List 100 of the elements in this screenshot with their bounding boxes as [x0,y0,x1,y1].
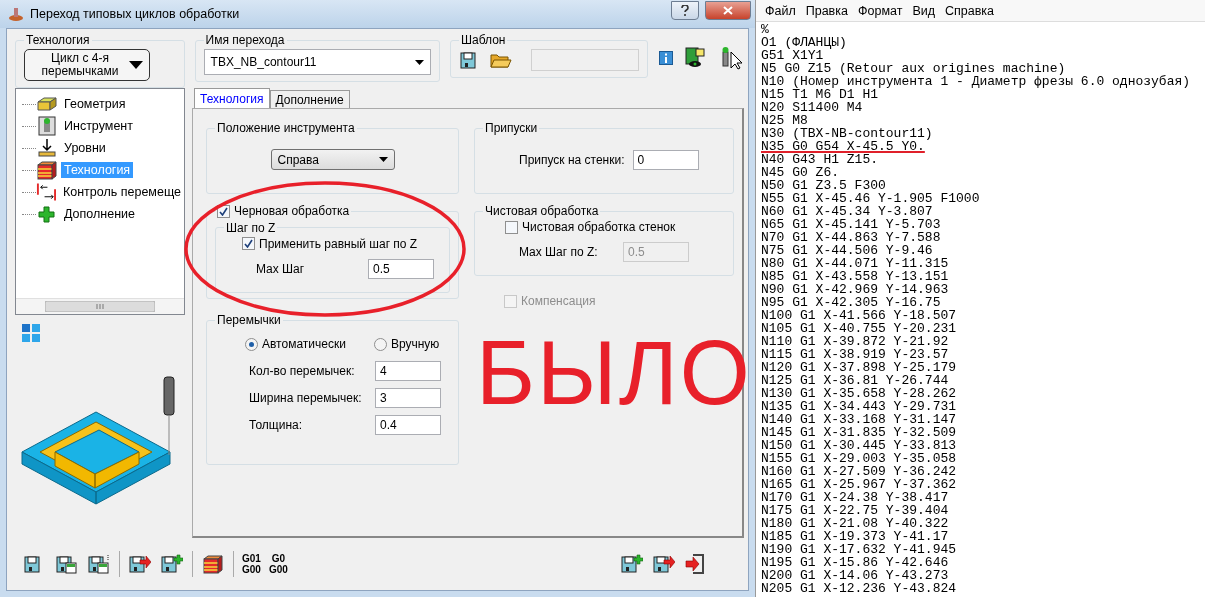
code-line: N25 M8 [761,114,808,127]
code-line: N5 G0 Z15 (Retour aux origines machine) [761,62,1066,75]
caret-icon [415,59,424,65]
code-line: N170 G1 X-24.38 Y-38.417 [761,491,949,504]
bridge-field[interactable]: 4 [375,361,441,381]
add-export-button[interactable] [160,553,184,575]
code-line: N80 G1 X-44.071 Y-11.315 [761,257,949,270]
folder-icon [490,51,512,69]
code-line: N115 G1 X-38.919 Y-23.57 [761,348,949,361]
technology-dropdown[interactable]: Цикл с 4-я перемычками [24,49,150,81]
group-title: Шаблон [460,33,507,47]
save-calc-button[interactable] [55,553,79,575]
menu-item[interactable]: Правка [800,3,853,18]
tab[interactable]: Дополнение [269,90,350,108]
caret-icon [129,61,143,69]
code-line: N45 G0 Z6. [761,166,839,179]
group-title: Имя перехода [204,33,286,47]
mode-radio[interactable]: Вручную [373,337,440,351]
wall-finishing-checkbox[interactable]: Чистовая обработка стенок [505,220,676,234]
arrows-control-icon [36,182,57,202]
floppy-arrow-icon [653,554,675,574]
info-button[interactable] [658,50,674,66]
code-line: N10 (Номер инструмента 1 - Диаметр фрезы 6.0 однозубая) [761,75,1191,88]
code-line: N155 G1 X-29.003 Y-35.058 [761,452,957,465]
code-line: N125 G1 X-36.81 Y-26.744 [761,374,949,387]
menu-item[interactable]: Формат [852,3,908,18]
mode-radio[interactable]: Автоматически [245,337,346,351]
code-line: N30 (TBX-NB-contour11) [761,127,933,140]
exit-button[interactable] [684,553,706,575]
tree-item[interactable]: Контроль перемеще [59,184,184,200]
tree-item[interactable]: Уровни [61,140,109,156]
annotation-text: БЫЛО [476,322,752,425]
code-line: G51 X1Y1 [761,49,824,62]
gcode-button[interactable]: G01 G00 [242,553,261,575]
code-line: N50 G1 Z3.5 F300 [761,179,886,192]
code-line: N195 G1 X-15.86 Y-42.646 [761,556,949,569]
field-label: Толщина: [249,418,303,432]
group-title: Перемычки [216,313,282,327]
tree-item[interactable]: Геометрия [61,96,129,112]
bridge-field[interactable]: 3 [375,388,441,408]
horizontal-scrollbar[interactable] [16,298,184,314]
close-button[interactable] [705,0,751,20]
field-label: Кол-во перемычек: [249,364,356,378]
group-title: Шаг по Z [225,220,277,235]
code-line: N105 G1 X-40.755 Y-20.231 [761,322,957,335]
exit-icon [685,554,705,574]
code-line: N65 G1 X-45.141 Y-5.703 [761,218,941,231]
plus-icon [36,204,58,224]
grid-icon [21,323,41,343]
gcode-button[interactable]: G0 G00 [268,553,288,575]
view-button[interactable] [684,46,708,70]
wall-allowance-field[interactable]: 0 [632,150,699,170]
tree-item[interactable]: Дополнение [61,206,138,222]
equal-step-checkbox[interactable]: Применить равный шаг по Z [242,236,418,251]
code-line: N140 G1 X-33.168 Y-31.147 [761,413,957,426]
save-new-button[interactable] [620,553,644,575]
layers-icon [202,554,224,574]
group-title: Припуски [484,121,539,135]
code-line: N70 G1 X-44.863 Y-7.588 [761,231,941,244]
panel-eye-icon [685,47,707,69]
close-icon [723,5,733,15]
floppy-calculator-icon [56,554,78,574]
floppy-arrow-icon [129,554,151,574]
bridge-field[interactable]: 0.4 [375,415,441,435]
caret-icon [378,157,388,162]
code-line: N15 T1 M6 D1 H1 [761,88,879,101]
help-button[interactable] [671,0,699,20]
code-line: N200 G1 X-14.06 Y-43.273 [761,569,949,582]
app-icon [8,6,24,22]
floppy-plus-icon [621,554,643,574]
max-step-field[interactable]: 0.5 [368,258,434,279]
menu-item[interactable]: Файл [760,3,801,18]
code-line: N180 G1 X-21.08 Y-40.322 [761,517,949,530]
roughing-checkbox[interactable]: Черновая обработка [217,204,350,218]
code-line: N205 G1 X-12.236 Y-43.824 [761,582,957,595]
code-line: N110 G1 X-39.872 Y-21.92 [761,335,949,348]
menu-item[interactable]: Вид [907,3,940,18]
group-title: Технология [25,33,91,47]
code-line: N40 G43 H1 Z15. [761,153,879,166]
code-line: N150 G1 X-30.445 Y-33.813 [761,439,957,452]
save-apply-button[interactable] [652,553,676,575]
code-line: N145 G1 X-31.835 Y-32.509 [761,426,957,439]
code-line: N95 G1 X-42.305 Y-16.75 [761,296,941,309]
floppy-plus-icon [161,554,183,574]
tab[interactable]: Технология [194,88,270,108]
operation-name-dropdown[interactable]: TBX_NB_contour11 [203,49,431,75]
tool-position-dropdown[interactable]: Справа [270,149,395,170]
export-button[interactable] [128,553,152,575]
code-line: N55 G1 X-45.46 Y-1.905 F1000 [761,192,980,205]
tree-item[interactable]: Инструмент [61,118,136,134]
technology-button[interactable] [201,553,225,575]
template-field[interactable] [531,49,639,71]
code-line: N175 G1 X-22.75 Y-39.404 [761,504,949,517]
code-line: N190 G1 X-17.632 Y-41.945 [761,543,957,556]
save-calc-list-button[interactable] [87,553,111,575]
box-icon [36,94,58,114]
code-line: N75 G1 X-44.506 Y-9.46 [761,244,933,257]
code-line: N60 G1 X-45.34 Y-3.807 [761,205,933,218]
group-title: Положение инструмента [216,121,356,135]
menu-item[interactable]: Справка [940,3,1000,18]
